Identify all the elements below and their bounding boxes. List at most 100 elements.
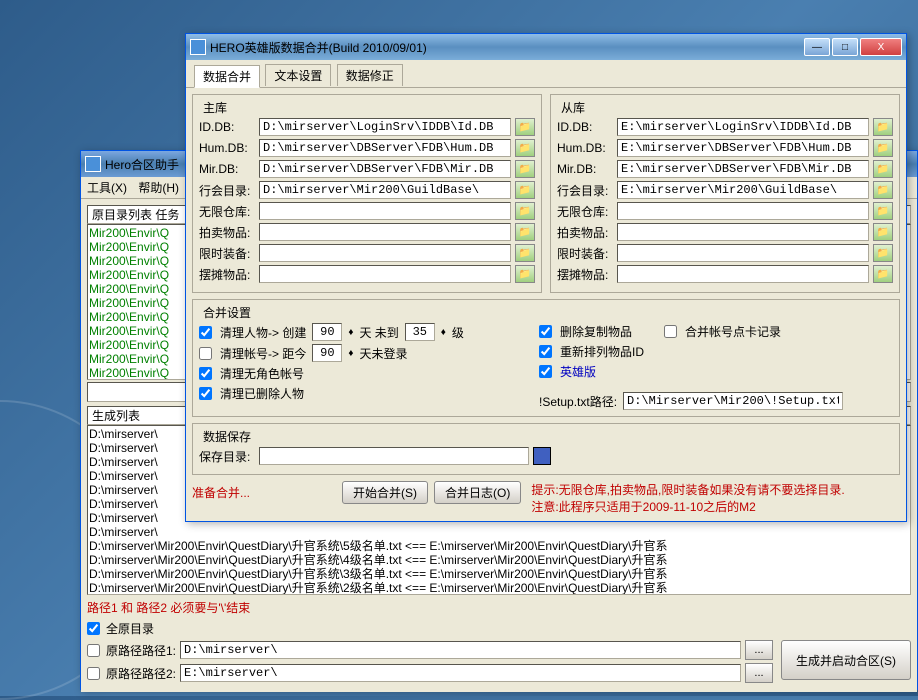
sub-stall-label: 摆摊物品: (557, 266, 613, 283)
acct-suffix-label: 天未登录 (359, 345, 407, 362)
main-db-legend: 主库 (199, 99, 231, 116)
src-path1-label: 原路径路径1: (106, 642, 176, 659)
menu-help[interactable]: 帮助(H) (138, 181, 179, 195)
sub-guild-label: 行会目录: (557, 182, 613, 199)
hero-ver-checkbox[interactable] (539, 365, 552, 378)
sub-stall-browse-button[interactable] (873, 265, 893, 283)
list-item[interactable]: D:\mirserver\Mir200\Envir\QuestDiary\升官系… (89, 539, 909, 553)
tab-fix[interactable]: 数据修正 (337, 64, 403, 86)
clean-deleted-checkbox[interactable] (199, 387, 212, 400)
main-stall-label: 摆摊物品: (199, 266, 255, 283)
main-db-group: 主库 ID.DB:Hum.DB:Mir.DB:行会目录:无限仓库:拍卖物品:限时… (192, 94, 542, 293)
minimize-button[interactable]: — (804, 38, 830, 56)
merge-titlebar[interactable]: HERO英雄版数据合并(Build 2010/09/01) — □ X (186, 34, 906, 60)
sub-iddb-input[interactable] (617, 118, 869, 136)
del-dup-label: 删除复制物品 (560, 323, 632, 340)
main-storage-browse-button[interactable] (515, 202, 535, 220)
browse-path1-button[interactable]: ... (745, 640, 773, 660)
sub-limited-input[interactable] (617, 244, 869, 262)
main-humdb-browse-button[interactable] (515, 139, 535, 157)
main-iddb-browse-button[interactable] (515, 118, 535, 136)
sub-auction-input[interactable] (617, 223, 869, 241)
sub-storage-browse-button[interactable] (873, 202, 893, 220)
main-limited-input[interactable] (259, 244, 511, 262)
merge-title: HERO英雄版数据合并(Build 2010/09/01) (210, 39, 804, 56)
sub-limited-browse-button[interactable] (873, 244, 893, 262)
char-level-spinner[interactable] (405, 323, 435, 341)
src-path1-checkbox[interactable] (87, 644, 100, 657)
main-auction-label: 拍卖物品: (199, 224, 255, 241)
main-guild-input[interactable] (259, 181, 511, 199)
merge-settings-group: 合并设置 清理人物-> 创建 ♦ 天 未到 ♦ 级 清理帐号-> 距今 ♦ (192, 299, 900, 417)
maximize-button[interactable]: □ (832, 38, 858, 56)
char-days-spinner[interactable] (312, 323, 342, 341)
main-auction-input[interactable] (259, 223, 511, 241)
save-group: 数据保存 保存目录: (192, 423, 900, 475)
list-item[interactable]: D:\mirserver\ (89, 525, 909, 539)
status-text: 准备合并... (192, 484, 250, 501)
setup-path-label: !Setup.txt路径: (539, 393, 617, 410)
start-merge-button[interactable]: 开始合并(S) (342, 481, 428, 504)
sub-stall-input[interactable] (617, 265, 869, 283)
app-icon (85, 156, 101, 172)
sub-humdb-browse-button[interactable] (873, 139, 893, 157)
all-src-dir-checkbox[interactable] (87, 622, 100, 635)
save-legend: 数据保存 (199, 428, 255, 445)
merge-card-checkbox[interactable] (664, 325, 677, 338)
sub-auction-browse-button[interactable] (873, 223, 893, 241)
clean-nochar-checkbox[interactable] (199, 367, 212, 380)
acct-days-spinner[interactable] (312, 344, 342, 362)
clean-deleted-label: 清理已删除人物 (220, 385, 304, 402)
sub-mirdb-label: Mir.DB: (557, 162, 613, 176)
del-dup-checkbox[interactable] (539, 325, 552, 338)
main-stall-input[interactable] (259, 265, 511, 283)
sub-limited-label: 限时装备: (557, 245, 613, 262)
main-guild-label: 行会目录: (199, 182, 255, 199)
src-path1-input[interactable] (180, 641, 741, 659)
list-item[interactable]: D:\mirserver\Mir200\Envir\QuestDiary\升官系… (89, 553, 909, 567)
main-mirdb-input[interactable] (259, 160, 511, 178)
reorder-checkbox[interactable] (539, 345, 552, 358)
src-path2-input[interactable] (180, 664, 741, 682)
all-src-dir-label: 全原目录 (106, 620, 154, 637)
src-path2-checkbox[interactable] (87, 667, 100, 680)
save-dir-input[interactable] (259, 447, 529, 465)
sub-guild-input[interactable] (617, 181, 869, 199)
hero-ver-label: 英雄版 (560, 363, 596, 380)
main-iddb-label: ID.DB: (199, 120, 255, 134)
close-button[interactable]: X (860, 38, 902, 56)
main-auction-browse-button[interactable] (515, 223, 535, 241)
main-guild-browse-button[interactable] (515, 181, 535, 199)
merge-log-button[interactable]: 合并日志(O) (434, 481, 521, 504)
main-humdb-input[interactable] (259, 139, 511, 157)
app-icon (190, 39, 206, 55)
sub-guild-browse-button[interactable] (873, 181, 893, 199)
gen-start-button[interactable]: 生成并启动合区(S) (781, 640, 911, 680)
list-item[interactable]: D:\mirserver\Mir200\Envir\QuestDiary\升官系… (89, 581, 909, 595)
clean-char-checkbox[interactable] (199, 326, 212, 339)
menu-tools[interactable]: 工具(X) (87, 181, 127, 195)
main-humdb-label: Hum.DB: (199, 141, 255, 155)
main-storage-input[interactable] (259, 202, 511, 220)
sub-iddb-browse-button[interactable] (873, 118, 893, 136)
gen-list-label: 生成列表 (92, 409, 140, 423)
hint-line1: 提示:无限仓库,拍卖物品,限时装备如果没有请不要选择目录. (531, 481, 844, 498)
main-limited-label: 限时装备: (199, 245, 255, 262)
sub-humdb-input[interactable] (617, 139, 869, 157)
tab-merge[interactable]: 数据合并 (194, 65, 260, 88)
clean-acct-checkbox[interactable] (199, 347, 212, 360)
main-mirdb-browse-button[interactable] (515, 160, 535, 178)
sub-storage-input[interactable] (617, 202, 869, 220)
browse-path2-button[interactable]: ... (745, 663, 773, 683)
main-storage-label: 无限仓库: (199, 203, 255, 220)
main-stall-browse-button[interactable] (515, 265, 535, 283)
sub-mirdb-browse-button[interactable] (873, 160, 893, 178)
tab-text[interactable]: 文本设置 (265, 64, 331, 86)
list-item[interactable]: D:\mirserver\Mir200\Envir\QuestDiary\升官系… (89, 567, 909, 581)
sub-mirdb-input[interactable] (617, 160, 869, 178)
save-icon[interactable] (533, 447, 551, 465)
main-limited-browse-button[interactable] (515, 244, 535, 262)
main-iddb-input[interactable] (259, 118, 511, 136)
setup-path-input[interactable] (623, 392, 843, 410)
sub-db-legend: 从库 (557, 99, 589, 116)
